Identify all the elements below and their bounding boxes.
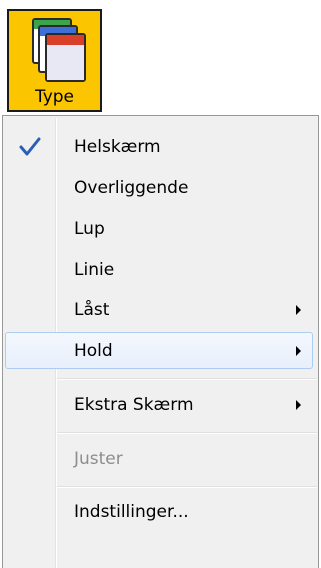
menu-item-lup[interactable]: Lup: [3, 209, 318, 249]
menu-item-indstillinger[interactable]: Indstillinger...: [3, 492, 318, 532]
menu-item-linie[interactable]: Linie: [3, 250, 318, 290]
menu-item-helskaerm[interactable]: Helskærm: [3, 127, 318, 167]
checkmark-icon: [19, 137, 41, 156]
menu-item-label: Overliggende: [74, 178, 189, 198]
menu-item-juster: Juster: [3, 439, 318, 479]
menu-item-overliggende[interactable]: Overliggende: [3, 168, 318, 208]
menu-item-laast[interactable]: Låst: [3, 290, 318, 330]
menu-item-label: Lup: [74, 219, 105, 239]
submenu-arrow-icon: [296, 305, 301, 315]
windows-stack-icon: [32, 18, 86, 82]
menu-separator: [57, 432, 317, 433]
menu-item-label: Indstillinger...: [74, 502, 189, 522]
menu-item-label: Låst: [74, 300, 110, 320]
menu-item-label: Ekstra Skærm: [74, 395, 194, 415]
menu-separator: [57, 486, 317, 487]
stage: Type Helskærm Overliggende Lup Linie Lås…: [0, 0, 321, 568]
menu-item-hold[interactable]: Hold: [3, 331, 318, 371]
submenu-arrow-icon: [296, 400, 301, 410]
type-button-label: Type: [34, 87, 75, 107]
menu-item-label: Juster: [74, 449, 123, 469]
menu-item-label: Hold: [74, 341, 113, 361]
menu-item-ekstra-skaerm[interactable]: Ekstra Skærm: [3, 385, 318, 425]
type-button[interactable]: Type: [7, 9, 102, 112]
menu-item-label: Linie: [74, 260, 115, 280]
menu-item-label: Helskærm: [74, 137, 161, 157]
menu-item-highlight: [5, 332, 313, 369]
submenu-arrow-icon: [296, 346, 301, 356]
type-menu: Helskærm Overliggende Lup Linie Låst Hol…: [2, 115, 319, 568]
menu-separator: [57, 378, 317, 379]
